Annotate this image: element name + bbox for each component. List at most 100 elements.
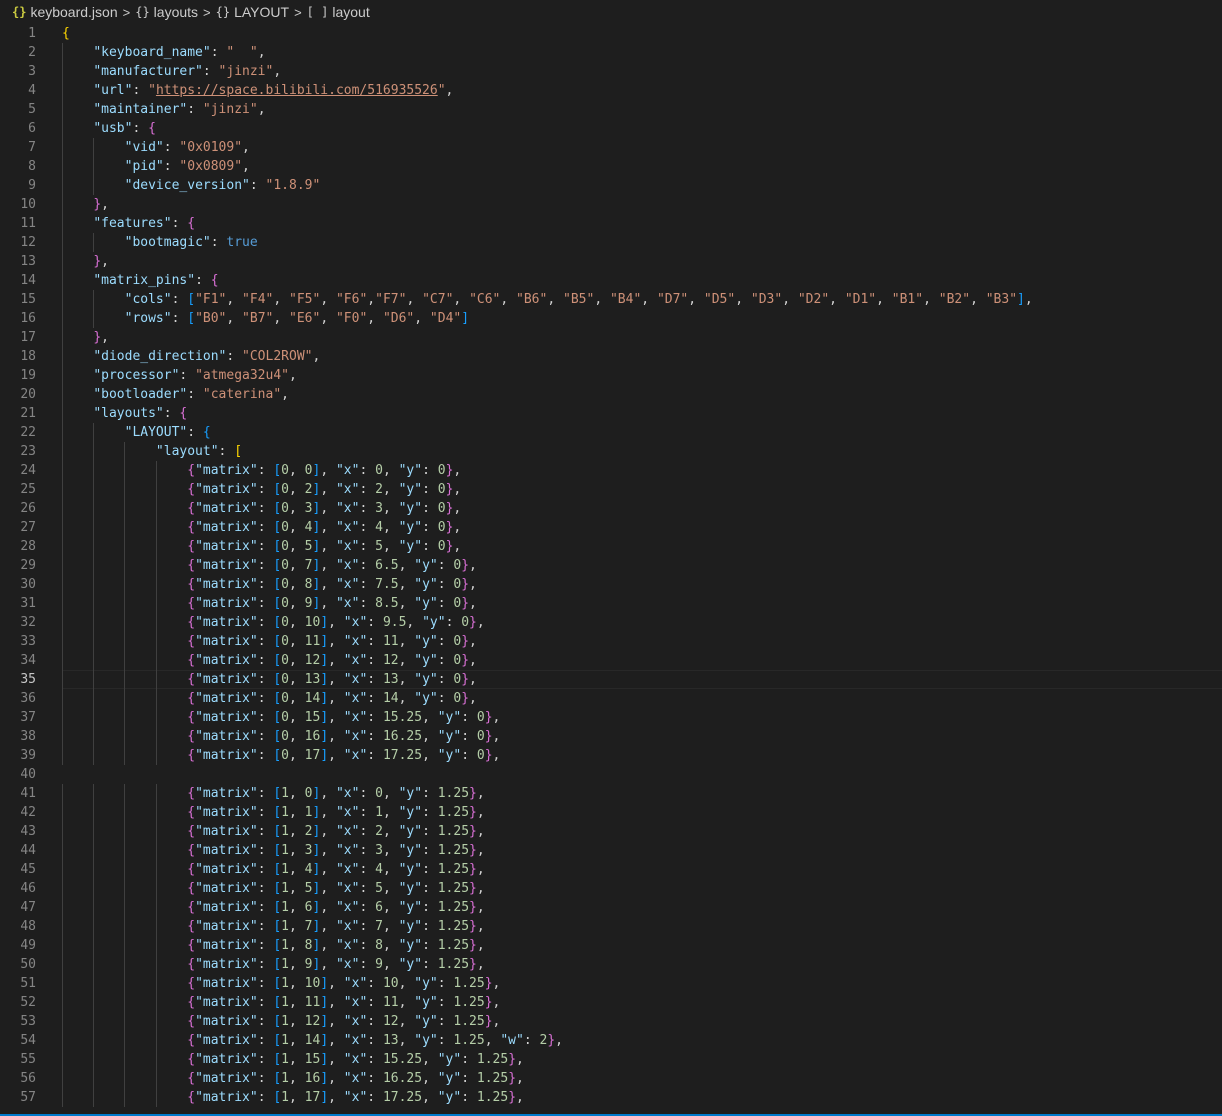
code-line[interactable]: 7 "vid": "0x0109", [0,138,1222,157]
code-token: { [187,938,196,953]
indent-guide [62,708,63,727]
code-line[interactable]: 28 {"matrix": [0, 5], "x": 5, "y": 0}, [0,537,1222,556]
code-token: "matrix" [195,634,258,649]
code-token: [ [273,1071,282,1086]
code-line[interactable]: 42 {"matrix": [1, 1], "x": 1, "y": 1.25}… [0,803,1222,822]
code-line[interactable]: 6 "usb": { [0,119,1222,138]
code-line[interactable]: 44 {"matrix": [1, 3], "x": 3, "y": 1.25}… [0,841,1222,860]
code-token: : [257,957,274,972]
code-token: , [289,976,305,991]
code-line[interactable]: 51 {"matrix": [1, 10], "x": 10, "y": 1.2… [0,974,1222,993]
code-line[interactable]: 1{ [0,24,1222,43]
code-line[interactable]: 38 {"matrix": [0, 16], "x": 16.25, "y": … [0,727,1222,746]
code-line[interactable]: 14 "matrix_pins": { [0,271,1222,290]
code-line[interactable]: 56 {"matrix": [1, 16], "x": 16.25, "y": … [0,1069,1222,1088]
code-token: , [320,862,336,877]
code-line[interactable]: 27 {"matrix": [0, 4], "x": 4, "y": 0}, [0,518,1222,537]
code-line[interactable]: 8 "pid": "0x0809", [0,157,1222,176]
indent-guide [62,784,63,803]
code-token: 0 [437,463,446,478]
code-token: [ [273,824,282,839]
code-line[interactable]: 52 {"matrix": [1, 11], "x": 11, "y": 1.2… [0,993,1222,1012]
code-token: "x" [335,824,360,839]
code-token: 8 [375,938,383,953]
code-line[interactable]: 15 "cols": ["F1", "F4", "F5", "F6","F7",… [0,290,1222,309]
code-line[interactable]: 37 {"matrix": [0, 15], "x": 15.25, "y": … [0,708,1222,727]
code-line[interactable]: 33 {"matrix": [0, 11], "x": 11, "y": 0}, [0,632,1222,651]
code-token: , [476,843,485,858]
code-token: , [273,64,282,79]
code-token: 1 [281,843,289,858]
indent-guide [124,594,126,613]
code-line[interactable]: 18 "diode_direction": "COL2ROW", [0,347,1222,366]
code-line[interactable]: 45 {"matrix": [1, 4], "x": 4, "y": 1.25}… [0,860,1222,879]
code-line[interactable]: 43 {"matrix": [1, 2], "x": 2, "y": 1.25}… [0,822,1222,841]
code-line[interactable]: 17 }, [0,328,1222,347]
code-token: , [226,311,243,326]
code-line[interactable]: 54 {"matrix": [1, 14], "x": 13, "y": 1.2… [0,1031,1222,1050]
breadcrumb-item[interactable]: {} keyboard.json [12,4,118,20]
code-line[interactable]: 41 {"matrix": [1, 0], "x": 0, "y": 1.25}… [0,784,1222,803]
code-line[interactable]: 25 {"matrix": [0, 2], "x": 2, "y": 0}, [0,480,1222,499]
code-line[interactable]: 4 "url": "https://space.bilibili.com/516… [0,81,1222,100]
code-token: , [289,520,305,535]
line-number: 43 [20,824,36,839]
code-token[interactable]: https://space.bilibili.com/516935526 [156,83,438,98]
code-line[interactable]: 46 {"matrix": [1, 5], "x": 5, "y": 1.25}… [0,879,1222,898]
indent-guide [93,670,95,689]
indent-guide [155,822,157,841]
code-line[interactable]: 57 {"matrix": [1, 17], "x": 17.25, "y": … [0,1088,1222,1107]
code-line[interactable]: 3 "manufacturer": "jinzi", [0,62,1222,81]
line-number: 29 [20,558,36,573]
code-token: : [218,444,235,459]
code-line[interactable]: 12 "bootmagic": true [0,233,1222,252]
code-line[interactable]: 23 "layout": [ [0,442,1222,461]
code-line[interactable]: 19 "processor": "atmega32u4", [0,366,1222,385]
code-line[interactable]: 50 {"matrix": [1, 9], "x": 9, "y": 1.25}… [0,955,1222,974]
code-line[interactable]: 29 {"matrix": [0, 7], "x": 6.5, "y": 0}, [0,556,1222,575]
code-line[interactable]: 20 "bootloader": "caterina", [0,385,1222,404]
code-line[interactable]: 21 "layouts": { [0,404,1222,423]
code-token: "x" [335,482,360,497]
code-line[interactable]: 39 {"matrix": [0, 17], "x": 17.25, "y": … [0,746,1222,765]
code-line[interactable]: 10 }, [0,195,1222,214]
code-line[interactable]: 35 {"matrix": [0, 13], "x": 13, "y": 0}, [0,670,1222,689]
code-line[interactable]: 36 {"matrix": [0, 14], "x": 14, "y": 0}, [0,689,1222,708]
code-token: 0 [281,691,289,706]
code-token: : [257,862,274,877]
code-line[interactable]: 40 [0,765,1222,784]
code-line[interactable]: 24 {"matrix": [0, 0], "x": 0, "y": 0}, [0,461,1222,480]
code-line[interactable]: 48 {"matrix": [1, 7], "x": 7, "y": 1.25}… [0,917,1222,936]
code-line[interactable]: 26 {"matrix": [0, 3], "x": 3, "y": 0}, [0,499,1222,518]
code-token: { [187,805,196,820]
code-line[interactable]: 11 "features": { [0,214,1222,233]
code-line[interactable]: 9 "device_version": "1.8.9" [0,176,1222,195]
breadcrumb-item[interactable]: {} layouts [135,4,198,20]
code-token: { [62,26,70,41]
code-line[interactable]: 30 {"matrix": [0, 8], "x": 7.5, "y": 0}, [0,575,1222,594]
code-editor[interactable]: 1{2 "keyboard_name": " ", 3 "manufacturer… [0,24,1222,1116]
indent-guide [62,214,63,233]
code-token: , [289,938,305,953]
code-line[interactable]: 49 {"matrix": [1, 8], "x": 8, "y": 1.25}… [0,936,1222,955]
breadcrumb-item[interactable]: {} LAYOUT [216,4,289,20]
code-line[interactable]: 47 {"matrix": [1, 6], "x": 6, "y": 1.25}… [0,898,1222,917]
code-line[interactable]: 53 {"matrix": [1, 12], "x": 12, "y": 1.2… [0,1012,1222,1031]
code-token: , [273,292,290,307]
code-line[interactable]: 32 {"matrix": [0, 10], "x": 9.5, "y": 0}… [0,613,1222,632]
code-token: "x" [343,653,368,668]
code-line[interactable]: 31 {"matrix": [0, 9], "x": 8.5, "y": 0}, [0,594,1222,613]
code-line[interactable]: 2 "keyboard_name": " ", [0,43,1222,62]
breadcrumb-item[interactable]: [ ] layout [307,4,370,20]
code-line[interactable]: 16 "rows": ["B0", "B7", "E6", "F0", "D6"… [0,309,1222,328]
code-line[interactable]: 55 {"matrix": [1, 15], "x": 15.25, "y": … [0,1050,1222,1069]
code-token: 1 [281,1090,289,1105]
code-line[interactable]: 34 {"matrix": [0, 12], "x": 12, "y": 0}, [0,651,1222,670]
code-line[interactable]: 13 }, [0,252,1222,271]
code-token: "matrix" [195,1014,258,1029]
code-line[interactable]: 5 "maintainer": "jinzi", [0,100,1222,119]
code-token: "matrix" [195,520,258,535]
indent-guide [62,632,63,651]
code-line[interactable]: 22 "LAYOUT": { [0,423,1222,442]
